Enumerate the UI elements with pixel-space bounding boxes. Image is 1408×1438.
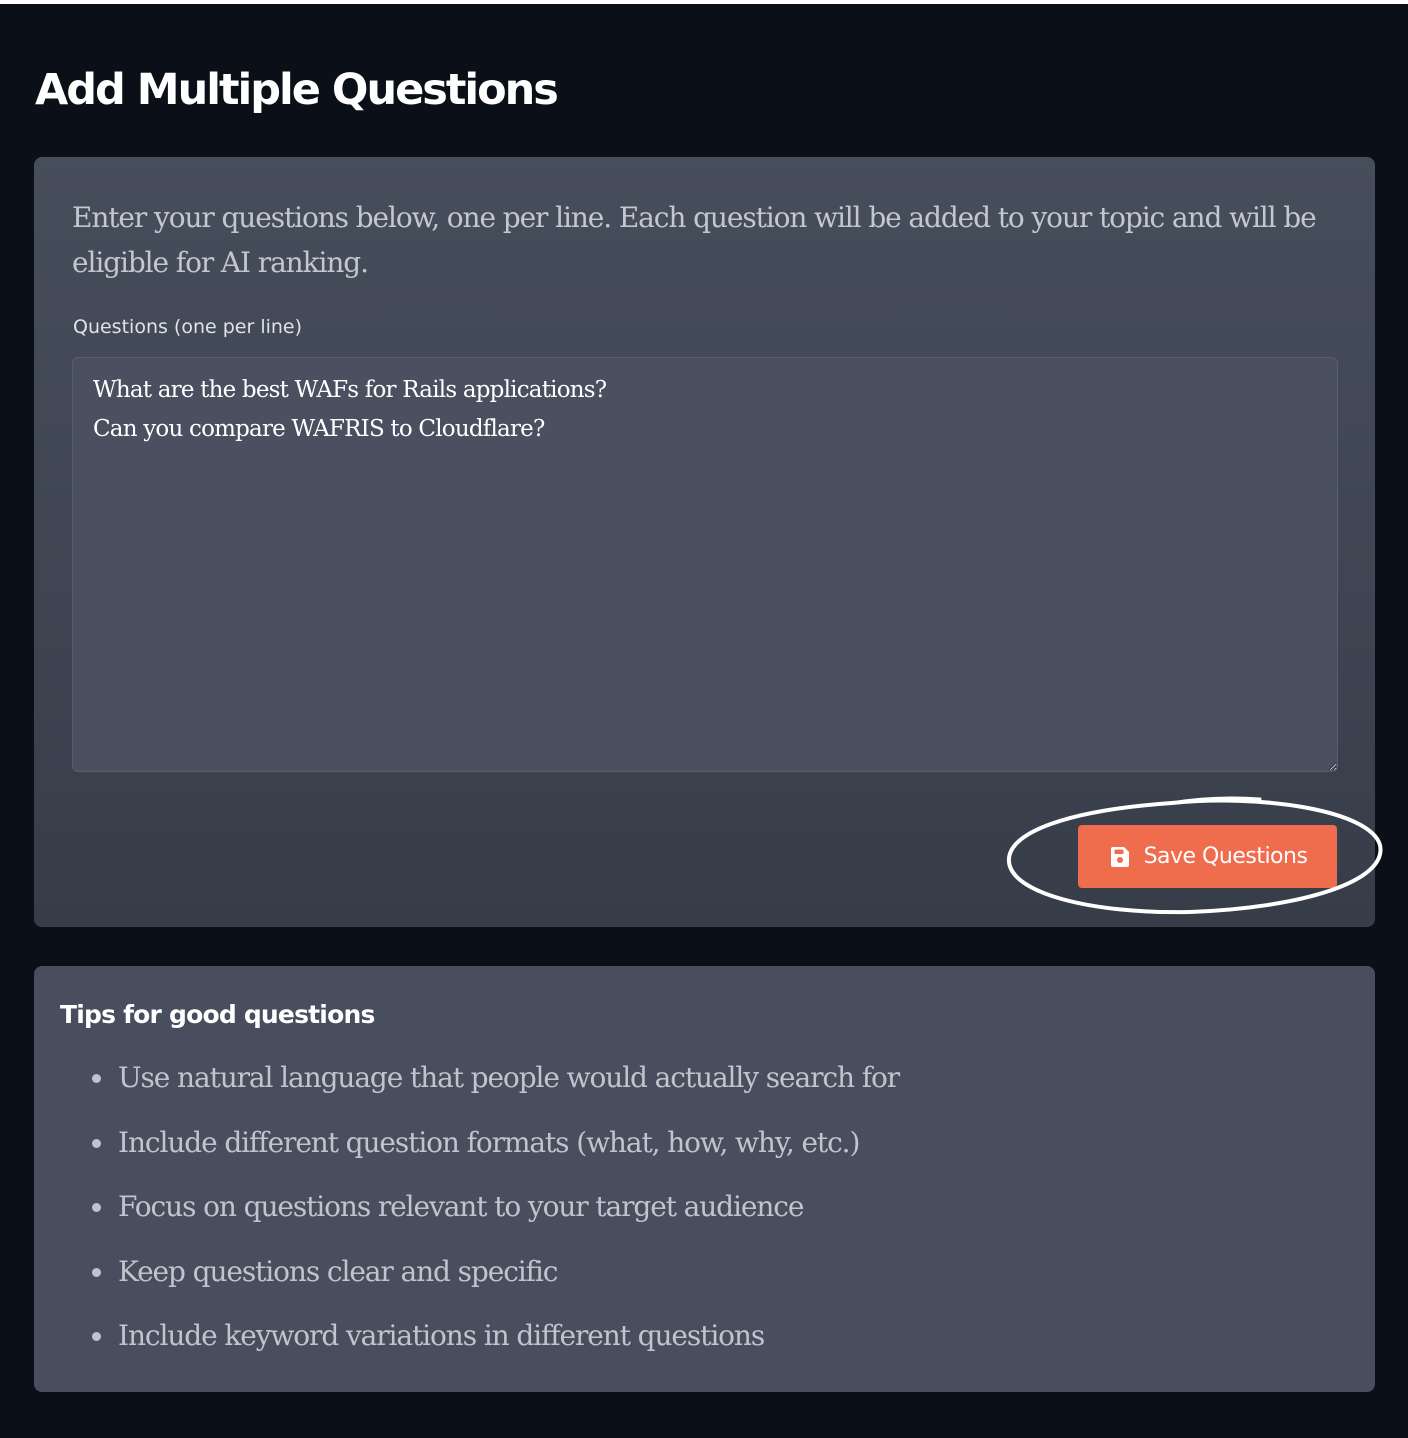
tip-text: Focus on questions relevant to your targ… <box>118 1190 804 1223</box>
tip-item: Use natural language that people would a… <box>89 1058 900 1123</box>
tip-item: Keep questions clear and specific <box>89 1252 899 1317</box>
bullet <box>92 1074 101 1083</box>
tip-item: Focus on questions relevant to your targ… <box>89 1187 899 1252</box>
top-edge-strip <box>0 0 1408 4</box>
floppy-disk-icon <box>1108 845 1132 869</box>
tip-item: Include different question formats (what… <box>89 1123 899 1188</box>
add-questions-card: Enter your questions below, one per line… <box>34 157 1375 927</box>
tip-text: Include keyword variations in different … <box>118 1319 765 1352</box>
bullet <box>92 1138 101 1148</box>
tip-item: Include keyword variations in different … <box>89 1316 899 1381</box>
bullet <box>92 1332 101 1341</box>
tip-text: Include different question formats (what… <box>118 1125 860 1159</box>
tips-card: Tips for good questions Use natural lang… <box>34 966 1375 1392</box>
questions-textarea[interactable]: What are the best WAFs for Rails applica… <box>72 357 1338 772</box>
questions-field-label: Questions (one per line) <box>73 316 303 338</box>
page-title: Add Multiple Questions <box>35 65 559 115</box>
tips-title: Tips for good questions <box>60 1000 375 1029</box>
bullet <box>92 1267 101 1277</box>
bullet <box>92 1203 101 1212</box>
save-questions-button[interactable]: Save Questions <box>1078 825 1337 888</box>
tips-list: Use natural language that people would a… <box>89 1058 900 1381</box>
intro-text: Enter your questions below, one per line… <box>72 201 1317 279</box>
tip-text: Use natural language that people would a… <box>118 1061 900 1094</box>
save-questions-label: Save Questions <box>1143 844 1308 869</box>
tip-text: Keep questions clear and specific <box>118 1254 558 1288</box>
